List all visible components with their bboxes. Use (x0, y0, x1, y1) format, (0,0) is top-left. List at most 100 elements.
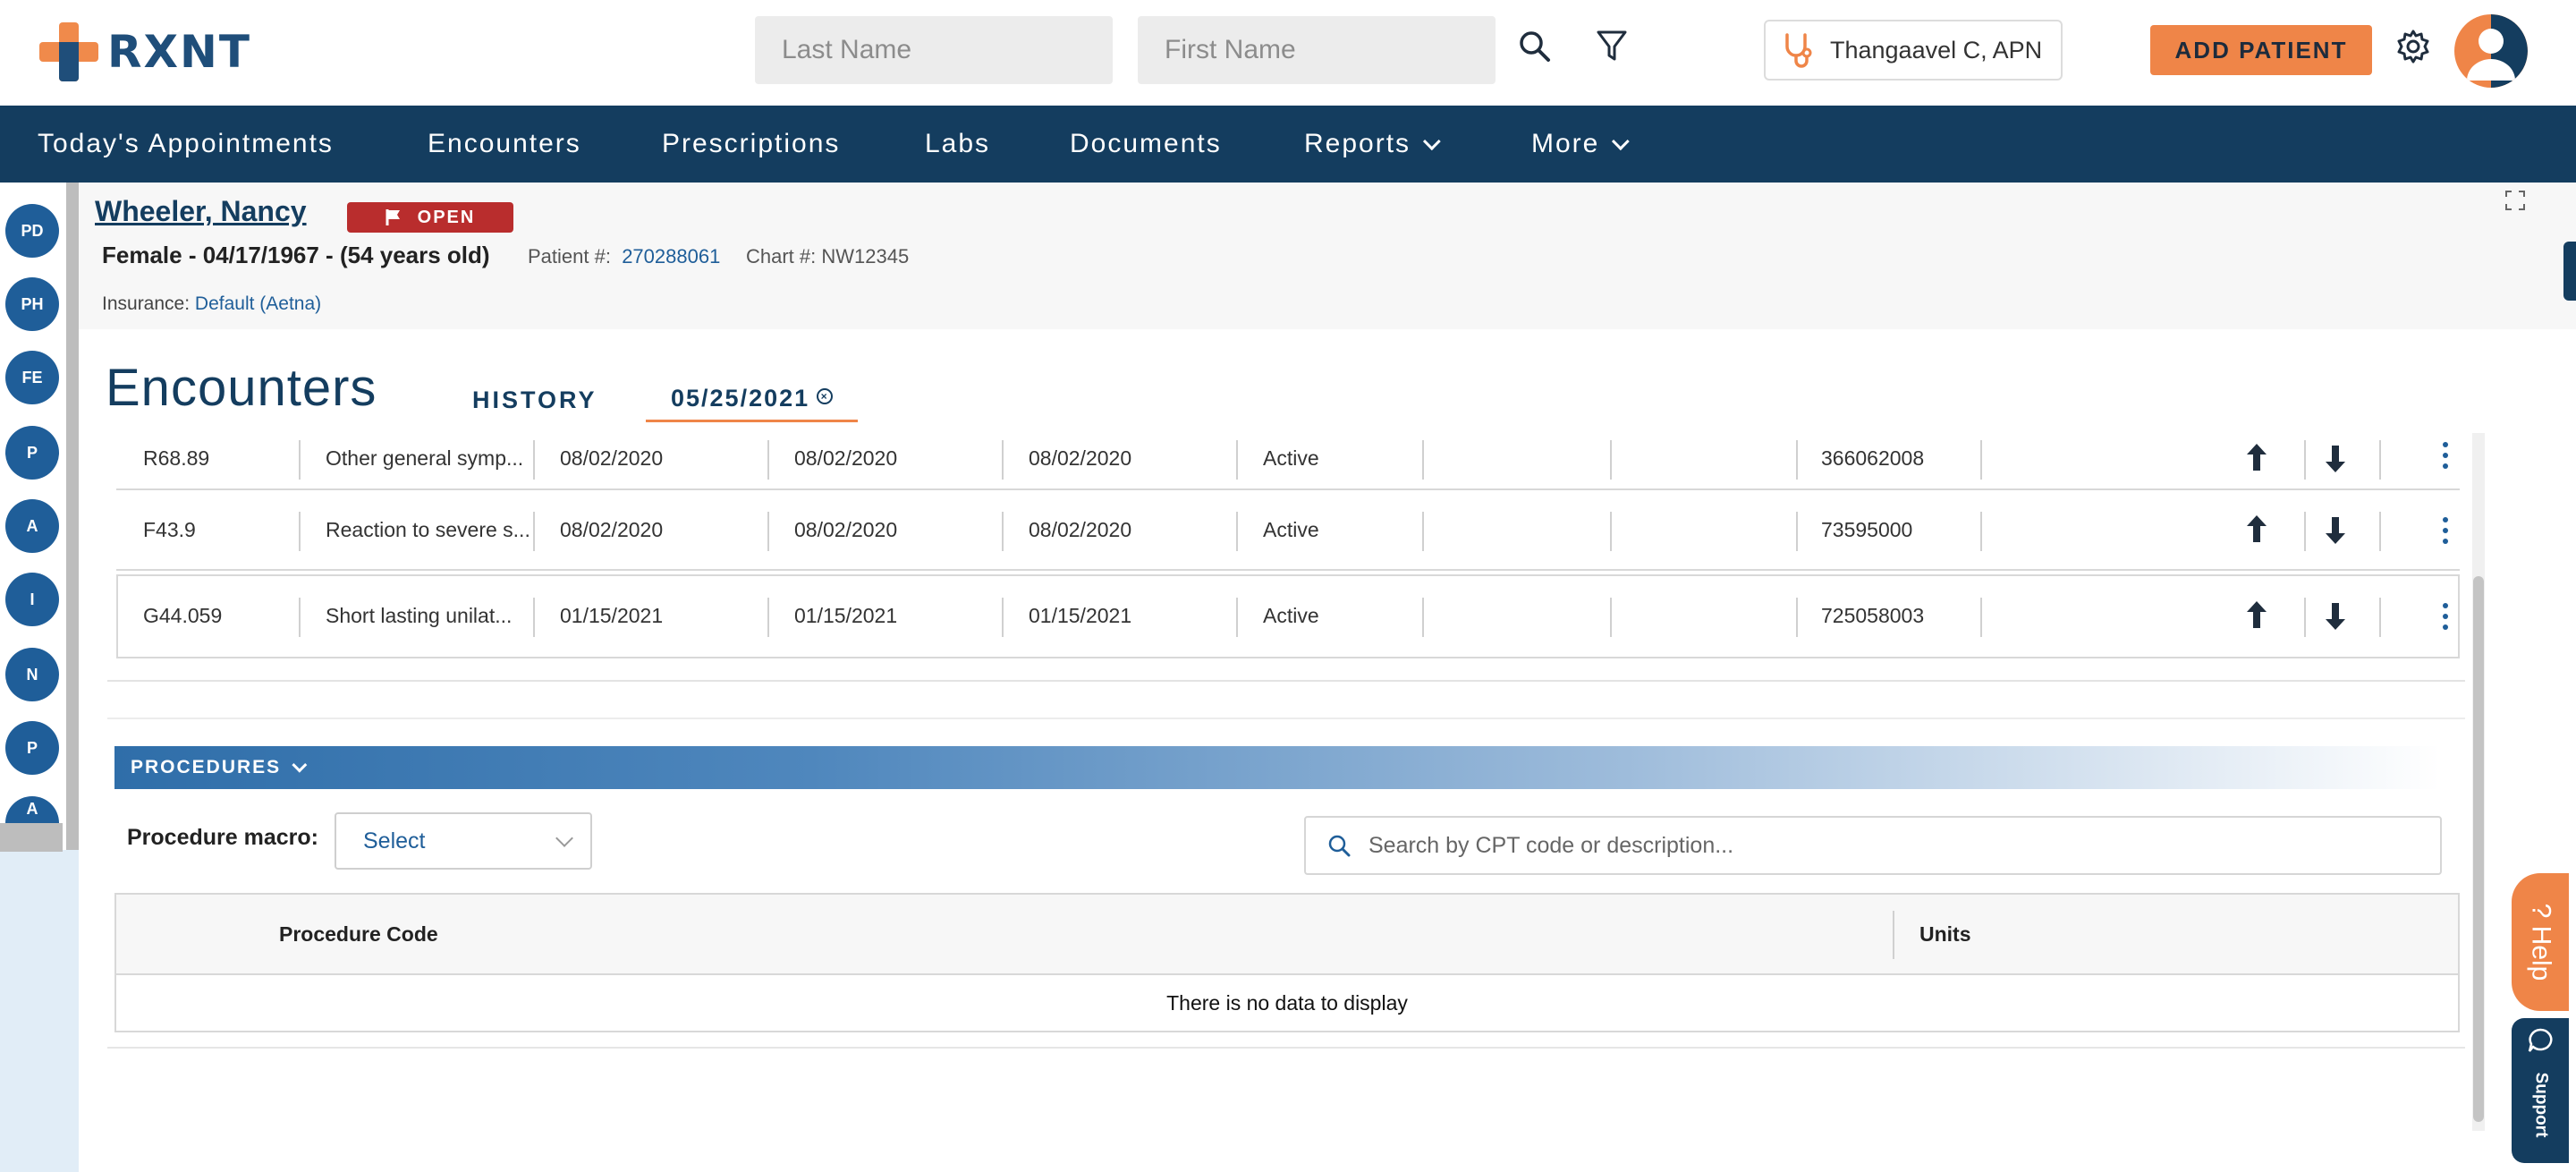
sidebar-item-fe[interactable]: FE (5, 351, 59, 404)
insurance-info: Insurance: Default (Aetna) (102, 293, 322, 314)
help-button[interactable]: ? Help (2512, 873, 2569, 1011)
diagnosis-date: 08/02/2020 (1029, 446, 1132, 470)
sidebar-item-p[interactable]: P (5, 426, 59, 480)
provider-selector[interactable]: Thangaavel C, APN (1764, 20, 2063, 81)
main-nav: Today's Appointments Encounters Prescrip… (0, 106, 2576, 183)
last-name-input[interactable] (755, 16, 1113, 84)
status-badge[interactable]: OPEN (347, 202, 513, 233)
move-up-arrow-icon[interactable] (2243, 512, 2270, 548)
flag-icon (386, 209, 400, 225)
provider-name: Thangaavel C, APN (1830, 36, 2043, 64)
tab-encounter-date[interactable]: 05/25/2021 × (646, 374, 859, 422)
snomed-code: 725058003 (1821, 603, 1925, 627)
chevron-down-icon (1612, 132, 1631, 151)
move-up-arrow-icon[interactable] (2243, 598, 2270, 633)
chevron-down-icon (292, 757, 308, 773)
chart-number: Chart #: NW12345 (746, 245, 910, 268)
procedure-macro-select[interactable]: Select (335, 812, 592, 870)
procedure-macro-label: Procedure macro: (127, 825, 318, 850)
chat-bubble-icon (2528, 1028, 2553, 1052)
diagnosis-description: Short lasting unilat... (326, 603, 513, 627)
chevron-down-icon (1422, 132, 1441, 151)
sidebar-item-ph[interactable]: PH (5, 277, 59, 331)
diagnosis-date: 01/15/2021 (560, 603, 664, 627)
rxnt-logo[interactable]: RXNT (39, 20, 251, 84)
diagnosis-code: R68.89 (143, 446, 210, 470)
sidebar-scrollbar[interactable] (66, 183, 79, 850)
cpt-search-box[interactable] (1304, 816, 2442, 875)
stethoscope-icon (1785, 33, 1812, 68)
nav-todays-appointments[interactable]: Today's Appointments (38, 106, 334, 183)
first-name-input[interactable] (1138, 16, 1496, 84)
diagnosis-date: 01/15/2021 (794, 603, 898, 627)
diagnosis-status: Active (1263, 517, 1319, 541)
app-header: RXNT Thangaavel C, APN ADD PATIENT (0, 0, 2576, 106)
main-scrollbar[interactable] (2472, 433, 2485, 1131)
diagnosis-status: Active (1263, 603, 1319, 627)
tab-history[interactable]: HISTORY (472, 386, 597, 414)
column-header-procedure-code[interactable]: Procedure Code (279, 895, 438, 973)
table-row[interactable]: G44.059 Short lasting unilat... 01/15/20… (116, 574, 2460, 658)
rxnt-cross-icon (39, 22, 98, 81)
snomed-code: 366062008 (1821, 446, 1925, 470)
empty-state-message: There is no data to display (1166, 990, 1408, 1015)
diagnosis-date: 08/02/2020 (560, 517, 664, 541)
diagnosis-date: 08/02/2020 (560, 446, 664, 470)
diagnosis-status: Active (1263, 446, 1319, 470)
clinical-panel-tab[interactable] (2563, 242, 2576, 301)
column-header-units[interactable]: Units (1919, 895, 1971, 973)
chevron-down-icon (555, 829, 573, 847)
sidebar-item-p2[interactable]: P (5, 721, 59, 775)
diagnosis-date: 08/02/2020 (794, 517, 898, 541)
sidebar-item-pd[interactable]: PD (5, 204, 59, 258)
patient-banner: Wheeler, Nancy OPEN Female - 04/17/1967 … (79, 183, 2576, 329)
close-tab-icon[interactable]: × (817, 388, 834, 404)
nav-prescriptions[interactable]: Prescriptions (662, 106, 840, 183)
filter-icon[interactable] (1587, 21, 1637, 72)
row-menu-kebab-icon[interactable] (2438, 601, 2453, 632)
diagnosis-description: Reaction to severe s... (326, 517, 530, 541)
row-menu-kebab-icon[interactable] (2438, 440, 2453, 471)
nav-documents[interactable]: Documents (1070, 106, 1222, 183)
move-down-arrow-icon[interactable] (2322, 512, 2349, 548)
insurance-link[interactable]: Default (Aetna) (195, 293, 321, 314)
move-down-arrow-icon[interactable] (2322, 440, 2349, 476)
move-down-arrow-icon[interactable] (2322, 598, 2349, 633)
search-icon[interactable] (1510, 21, 1560, 72)
cpt-search-input[interactable] (1367, 831, 2404, 860)
nav-encounters[interactable]: Encounters (428, 106, 581, 183)
table-row[interactable]: R68.89 Other general symp... 08/02/2020 … (116, 433, 2460, 490)
sidebar-item-a[interactable]: A (5, 499, 59, 553)
logo-text: RXNT (107, 26, 252, 78)
page-title: Encounters (106, 359, 377, 417)
add-patient-button[interactable]: ADD PATIENT (2150, 25, 2372, 75)
diagnosis-code: G44.059 (143, 603, 223, 627)
procedures-table: Procedure Code Units There is no data to… (114, 893, 2460, 1032)
expand-icon[interactable] (2504, 190, 2533, 218)
user-avatar[interactable] (2454, 14, 2528, 88)
row-menu-kebab-icon[interactable] (2438, 515, 2453, 546)
patient-number-link[interactable]: 270288061 (622, 245, 720, 268)
patient-name-link[interactable]: Wheeler, Nancy (95, 195, 307, 228)
left-sidebar: PD PH FE P A I N P A (0, 183, 79, 1172)
nav-labs[interactable]: Labs (925, 106, 990, 183)
snomed-code: 73595000 (1821, 517, 1913, 541)
support-button[interactable]: Support (2512, 1018, 2569, 1163)
procedures-section-toggle[interactable]: PROCEDURES (114, 746, 2440, 789)
sidebar-item-i[interactable]: I (5, 573, 59, 626)
patient-number: Patient #: 270288061 (528, 245, 721, 268)
sidebar-item-n[interactable]: N (5, 648, 59, 701)
diagnosis-date: 01/15/2021 (1029, 603, 1132, 627)
nav-more[interactable]: More (1531, 106, 1631, 183)
procedures-table-header: Procedure Code Units (116, 895, 2458, 975)
diagnosis-description: Other general symp... (326, 446, 524, 470)
diagnosis-table: R68.89 Other general symp... 08/02/2020 … (107, 433, 2465, 682)
table-row[interactable]: F43.9 Reaction to severe s... 08/02/2020… (116, 490, 2460, 571)
search-icon (1328, 835, 1351, 857)
patient-demographics: Female - 04/17/1967 - (54 years old) (102, 242, 490, 268)
diagnosis-code: F43.9 (143, 517, 196, 541)
move-up-arrow-icon[interactable] (2243, 440, 2270, 476)
diagnosis-date: 08/02/2020 (1029, 517, 1132, 541)
settings-gear-icon[interactable] (2388, 21, 2438, 72)
nav-reports[interactable]: Reports (1304, 106, 1441, 183)
